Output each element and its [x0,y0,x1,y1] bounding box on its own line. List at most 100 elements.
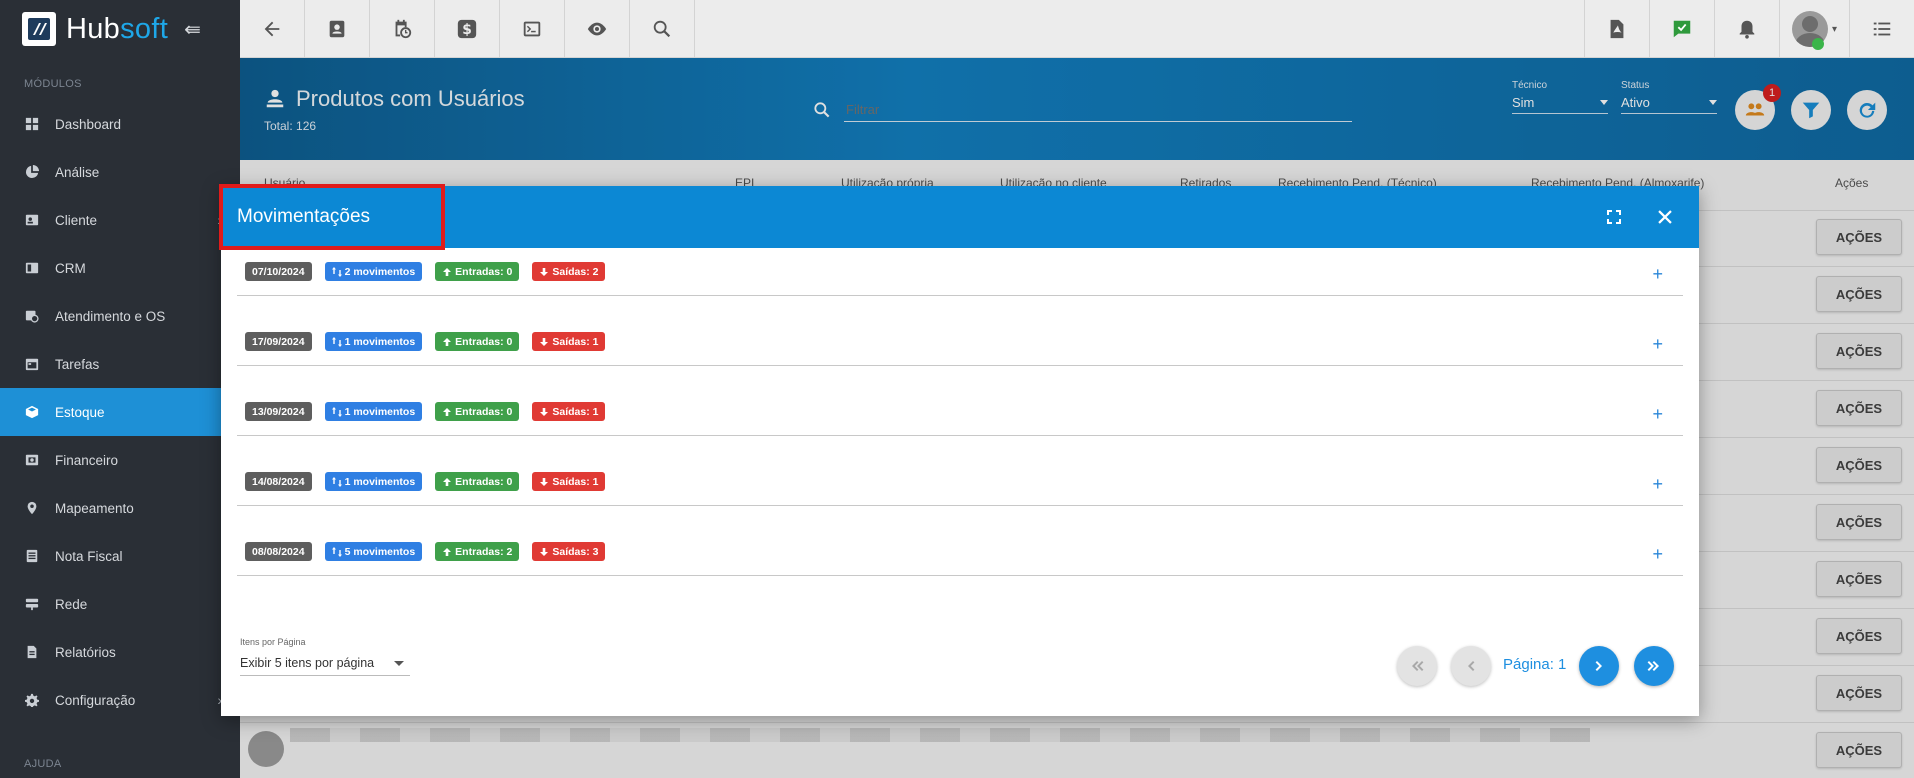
sidebar-item-crm[interactable]: CRM [0,244,240,292]
view-button[interactable] [565,0,630,58]
sidebar-item-dashboard[interactable]: Dashboard [0,100,240,148]
finance-button[interactable]: $ [435,0,500,58]
last-page-button[interactable] [1634,646,1674,686]
sidebar-item-label: Dashboard [55,116,122,132]
first-page-button[interactable] [1397,646,1437,686]
report-icon [24,644,40,660]
pdf-button[interactable] [1584,0,1649,58]
expand-plus-icon[interactable]: + [1652,334,1663,355]
map-pin-icon [24,500,40,516]
chevron-down-icon: ▾ [1831,23,1838,35]
menu-list-button[interactable] [1849,0,1914,58]
arrow-down-icon [540,547,549,556]
sidebar-item-cliente[interactable]: Cliente › [0,196,240,244]
brand-name: Hubsoft [66,13,168,46]
previous-page-button[interactable] [1451,646,1491,686]
brand-name-part-a: Hub [66,12,121,45]
chat-check-icon [1673,20,1691,38]
saidas-badge: Saídas: 3 [532,542,606,561]
sidebar-item-label: Atendimento e OS [55,308,166,324]
pie-chart-icon [24,164,40,180]
movimentacoes-modal: Movimentações 07/10/2024 2 movimentos En… [219,184,1699,716]
sidebar-item-analise[interactable]: Análise [0,148,240,196]
next-page-button[interactable] [1579,646,1619,686]
hubsoft-logo-icon [22,12,56,46]
calendar-clock-button[interactable] [370,0,435,58]
sidebar-item-label: Estoque [55,404,105,420]
entradas-count: Entradas: 0 [455,405,513,418]
invoice-icon [24,548,40,564]
expand-plus-icon[interactable]: + [1652,264,1663,285]
movements-badge: 1 movimentos [324,332,423,351]
sidebar-item-label: Configuração [55,692,136,708]
crm-icon [24,260,40,276]
money-icon [24,452,40,468]
sidebar-item-rede[interactable]: Rede [0,580,240,628]
collapse-sidebar-icon[interactable]: ⇚ [184,17,201,42]
movement-row[interactable]: 07/10/2024 2 movimentos Entradas: 0 Saíd… [237,248,1683,296]
chevron-right-icon [1595,661,1602,671]
sidebar-item-tarefas[interactable]: Tarefas [0,340,240,388]
entradas-count: Entradas: 2 [455,545,513,558]
sidebar-item-atendimento[interactable]: Atendimento e OS [0,292,240,340]
date-badge: 13/09/2024 [245,402,312,421]
movements-badge: 1 movimentos [324,402,423,421]
movement-row[interactable]: 17/09/2024 1 movimentos Entradas: 0 Saíd… [237,318,1683,366]
pdf-file-icon [1610,19,1624,39]
entradas-badge: Entradas: 2 [435,542,520,561]
sidebar-item-estoque[interactable]: Estoque [0,388,240,436]
movements-count: 5 movimentos [344,545,416,558]
double-chevron-left-icon [1412,661,1424,671]
online-status-dot [1812,38,1824,50]
sidebar-item-label: Relatórios [55,644,116,660]
section-label-modules: MÓDULOS [24,78,82,90]
movement-row[interactable]: 08/08/2024 5 movimentos Entradas: 2 Saíd… [237,528,1683,576]
arrow-left-icon [264,21,280,37]
sidebar-item-label: Rede [55,596,88,612]
date-badge: 14/08/2024 [245,472,312,491]
movement-row[interactable]: 13/09/2024 1 movimentos Entradas: 0 Saíd… [237,388,1683,436]
entradas-count: Entradas: 0 [455,475,513,488]
terminal-button[interactable] [500,0,565,58]
arrow-up-icon [443,547,452,556]
sidebar-item-mapeamento[interactable]: Mapeamento [0,484,240,532]
movements-count: 2 movimentos [344,265,416,278]
saidas-count: Saídas: 1 [552,475,599,488]
sidebar-item-relatorios[interactable]: Relatórios [0,628,240,676]
sidebar-item-nota-fiscal[interactable]: Nota Fiscal [0,532,240,580]
sidebar-item-label: Financeiro [55,452,119,468]
contact-card-icon [24,212,40,228]
movements-badge: 5 movimentos [324,542,423,561]
expand-plus-icon[interactable]: + [1652,404,1663,425]
sidebar-item-label: CRM [55,260,86,276]
notifications-button[interactable] [1714,0,1779,58]
sidebar: Hubsoft ⇚ MÓDULOS Dashboard Análise Clie… [0,0,240,778]
search-button[interactable] [630,0,695,58]
user-menu[interactable]: ▾ [1779,0,1849,58]
saidas-badge: Saídas: 2 [532,262,606,281]
expand-plus-icon[interactable]: + [1652,474,1663,495]
sidebar-item-financeiro[interactable]: Financeiro [0,436,240,484]
expand-plus-icon[interactable]: + [1652,544,1663,565]
sidebar-item-configuracao[interactable]: Configuração › [0,676,240,724]
per-page-select[interactable]: Exibir 5 itens por página [240,656,410,676]
arrow-up-icon [443,407,452,416]
movements-count: 1 movimentos [344,405,416,418]
fullscreen-icon [1607,210,1621,224]
entradas-count: Entradas: 0 [455,265,513,278]
movement-row[interactable]: 14/08/2024 1 movimentos Entradas: 0 Saíd… [237,458,1683,506]
top-toolbar: $ ▾ [240,0,1914,58]
approvals-button[interactable] [1649,0,1714,58]
movements-badge: 1 movimentos [324,472,423,491]
server-icon [24,596,40,612]
contact-card-icon [329,20,345,38]
back-button[interactable] [240,0,305,58]
list-icon [1873,22,1891,36]
close-modal-button[interactable] [1650,202,1680,232]
calendar-icon [24,356,40,372]
fullscreen-button[interactable] [1599,202,1629,232]
contacts-button[interactable] [305,0,370,58]
swap-vertical-icon [331,266,342,277]
brand[interactable]: Hubsoft ⇚ [0,0,240,58]
modal-header: Movimentações [219,184,1699,250]
